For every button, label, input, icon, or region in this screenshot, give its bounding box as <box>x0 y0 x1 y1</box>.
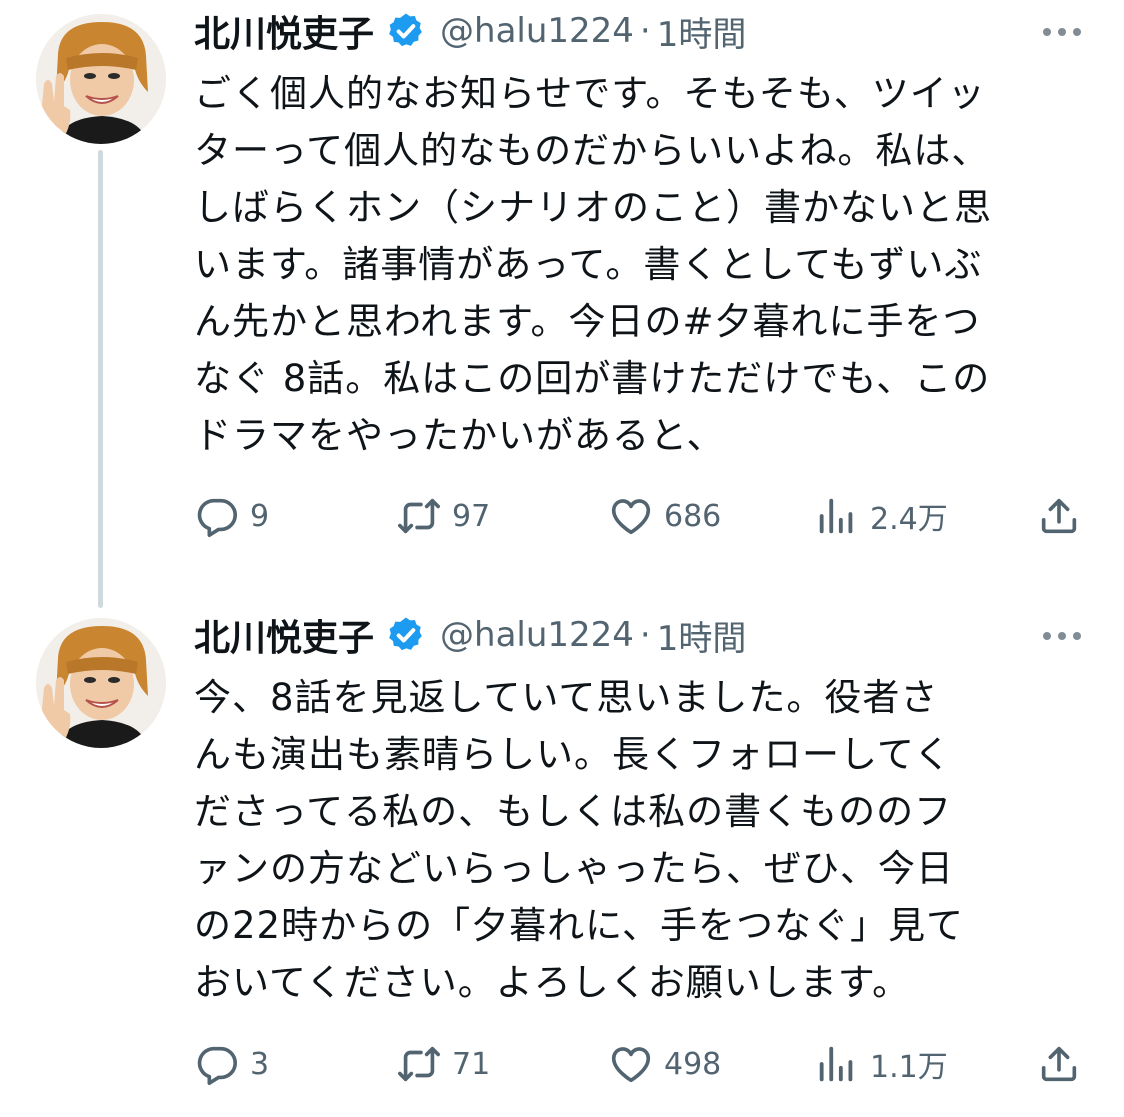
separator-dot: · <box>639 615 651 655</box>
tweet-text-line: ん先かと思われます。今日の#夕暮れに手をつ <box>194 300 981 343</box>
reply-count: 9 <box>250 498 270 534</box>
tweet-header: 北川悦吏子 @halu1224 · 1時間 <box>194 6 746 56</box>
timestamp[interactable]: 1時間 <box>657 7 747 56</box>
tweet-text: ごく個人的なお知らせです。そもそも、ツイッ ターって個人的なものだからいいよね。… <box>194 65 1094 464</box>
heart-icon <box>611 499 651 535</box>
avatar[interactable] <box>36 618 166 748</box>
bar-chart-icon <box>819 498 853 534</box>
verified-badge-icon <box>389 617 422 651</box>
reply-bubble-icon <box>197 498 237 537</box>
tweet-header: 北川悦吏子 @halu1224 · 1時間 <box>194 610 746 660</box>
like-button[interactable]: 686 <box>608 488 721 544</box>
thread-connector-line <box>98 150 103 608</box>
reply-count: 3 <box>250 1046 270 1082</box>
repost-arrows-icon <box>398 1046 440 1082</box>
share-button[interactable] <box>1036 488 1082 544</box>
like-count: 498 <box>664 1046 722 1082</box>
bar-chart-icon <box>819 1046 853 1082</box>
reply-button[interactable]: 3 <box>194 1036 269 1092</box>
action-bar: 9 97 686 2.4万 <box>194 488 1094 544</box>
reply-button[interactable]: 9 <box>194 488 269 544</box>
tweet-text-line: ターって個人的なものだからいいよね。私は、 <box>194 129 990 172</box>
views-button[interactable]: 2.4万 <box>814 488 948 544</box>
repost-count: 97 <box>452 498 491 534</box>
tweet-text-line: の22時からの「夕暮れに、手をつなぐ」見て <box>194 904 964 947</box>
handle[interactable]: @halu1224 <box>440 615 634 655</box>
repost-count: 71 <box>452 1046 491 1082</box>
more-dots-icon[interactable] <box>1040 626 1084 646</box>
tweet-text-line: ごく個人的なお知らせです。そもそも、ツイッ <box>194 72 986 115</box>
tweet-text: 今、8話を見返していて思いました。役者さ んも演出も素晴らしい。長くフォローして… <box>194 669 1094 1011</box>
display-name[interactable]: 北川悦吏子 <box>194 609 374 661</box>
view-count: 2.4万 <box>870 502 948 537</box>
tweet-text-line: ドラマをやったかいがあると、 <box>194 414 725 457</box>
tweet-text-line: なぐ 8話。私はこの回が書けただけでも、この <box>194 357 991 400</box>
share-upload-icon <box>1041 1046 1077 1082</box>
tweet-text-line: います。諸事情があって。書くとしてもずいぶ <box>194 243 983 286</box>
timestamp[interactable]: 1時間 <box>657 611 747 660</box>
avatar[interactable] <box>36 14 166 144</box>
repost-button[interactable]: 71 <box>396 1036 490 1092</box>
display-name[interactable]: 北川悦吏子 <box>194 5 374 57</box>
like-count: 686 <box>664 498 722 534</box>
views-button[interactable]: 1.1万 <box>814 1036 948 1092</box>
handle[interactable]: @halu1224 <box>440 11 634 51</box>
action-bar: 3 71 498 1.1万 <box>194 1036 1094 1092</box>
tweet-text-line: おいてください。よろしくお願いします。 <box>194 961 911 1004</box>
like-button[interactable]: 498 <box>608 1036 721 1092</box>
tweet-text-line: 今、8話を見返していて思いました。役者さ <box>194 676 939 719</box>
tweet-text-line: ァンの方などいらっしゃったら、ぜひ、今日 <box>194 847 954 890</box>
separator-dot: · <box>639 11 651 51</box>
more-dots-icon[interactable] <box>1040 22 1084 42</box>
tweet-text-line: んも演出も素晴らしい。長くフォローしてく <box>194 733 952 776</box>
verified-badge-icon <box>389 13 422 47</box>
reply-bubble-icon <box>197 1046 237 1085</box>
view-count: 1.1万 <box>870 1050 948 1085</box>
repost-arrows-icon <box>398 498 440 534</box>
share-upload-icon <box>1041 498 1077 534</box>
tweet-text-line: ださってる私の、もしくは私の書くもののフ <box>194 790 953 833</box>
repost-button[interactable]: 97 <box>396 488 490 544</box>
share-button[interactable] <box>1036 1036 1082 1092</box>
heart-icon <box>611 1047 651 1083</box>
tweet-text-line: しばらくホン（シナリオのこと）書かないと思 <box>194 186 992 229</box>
